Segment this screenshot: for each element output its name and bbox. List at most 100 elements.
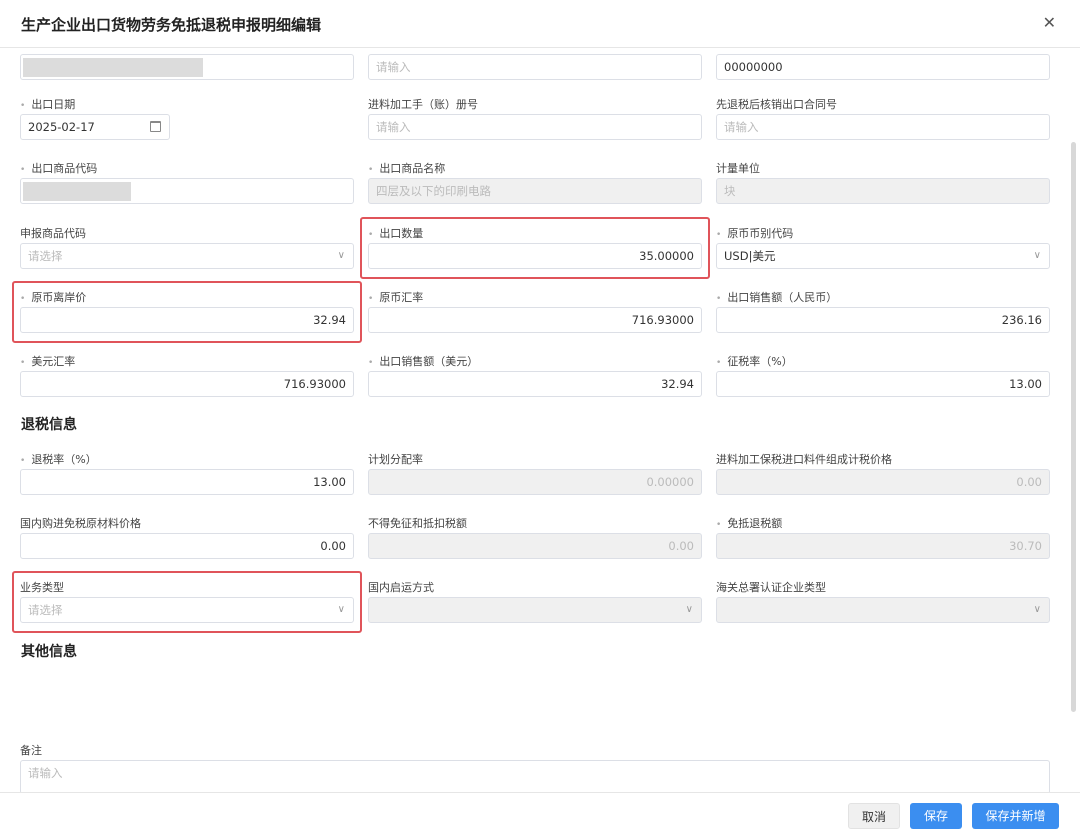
field-value: 00000000: [724, 60, 783, 74]
dialog-footer: 取消 保存 保存并新增: [0, 792, 1080, 835]
text-input[interactable]: 13.00: [20, 469, 354, 495]
field-label: • 原币离岸价: [20, 289, 86, 305]
text-input[interactable]: [20, 178, 354, 204]
field-label-text: 出口日期: [31, 98, 76, 111]
field-value: 0.00: [320, 539, 346, 553]
field-label-text: 美元汇率: [31, 355, 76, 368]
field-label: 申报商品代码: [20, 225, 86, 241]
required-marker: •: [20, 358, 26, 368]
select-field[interactable]: 请选择 ∨: [20, 597, 354, 623]
text-input: 0.00: [716, 469, 1050, 495]
field-label-text: 免抵退税额: [727, 517, 783, 530]
save-and-new-button[interactable]: 保存并新增: [972, 803, 1059, 829]
field-label-text: 业务类型: [20, 581, 64, 594]
text-input[interactable]: 0.00: [20, 533, 354, 559]
form-body: 退税信息 其他信息 备注 请输入 请输入 00000000 • 出口日期 2025-02…: [0, 48, 1080, 792]
required-marker: •: [716, 230, 722, 240]
field-label: 业务类型: [20, 579, 64, 595]
field-label-text: 国内购进免税原材料价格: [20, 517, 141, 530]
chevron-down-icon[interactable]: ∨: [1034, 598, 1041, 622]
field-label: • 原币币别代码: [716, 225, 793, 241]
redacted-value: [23, 182, 131, 201]
scrollbar[interactable]: [1071, 142, 1076, 712]
text-input[interactable]: 236.16: [716, 307, 1050, 333]
close-icon[interactable]: ✕: [1043, 13, 1056, 32]
select-field[interactable]: USD|美元 ∨: [716, 243, 1050, 269]
required-marker: •: [716, 294, 722, 304]
select-field: ∨: [716, 597, 1050, 623]
text-input[interactable]: 13.00: [716, 371, 1050, 397]
field-label: • 出口销售额（美元）: [368, 353, 478, 369]
required-marker: •: [368, 165, 374, 175]
field-label: 进料加工手（账）册号: [368, 96, 478, 112]
field-label: • 退税率（%）: [20, 451, 97, 467]
field-label-text: 先退税后核销出口合同号: [716, 98, 837, 111]
text-input[interactable]: 请输入: [368, 114, 702, 140]
cancel-button[interactable]: 取消: [848, 803, 900, 829]
chevron-down-icon[interactable]: ∨: [1034, 244, 1041, 268]
field-value: 32.94: [313, 313, 346, 327]
field-label-text: 原币汇率: [379, 291, 424, 304]
field-label: 计划分配率: [368, 451, 423, 467]
field-label-text: 出口销售额（美元）: [379, 355, 479, 368]
required-marker: •: [20, 294, 26, 304]
field-value: 请选择: [28, 603, 63, 617]
text-input[interactable]: 32.94: [368, 371, 702, 397]
field-label-text: 海关总署认证企业类型: [716, 581, 826, 594]
text-input[interactable]: 716.93000: [20, 371, 354, 397]
field-value: 30.70: [1009, 539, 1042, 553]
field-value: 请选择: [28, 249, 63, 263]
text-input[interactable]: 00000000: [716, 54, 1050, 80]
field-value: 716.93000: [283, 377, 346, 391]
required-marker: •: [368, 358, 374, 368]
chevron-down-icon[interactable]: ∨: [338, 244, 345, 268]
field-label: 先退税后核销出口合同号: [716, 96, 837, 112]
field-value: 请输入: [724, 120, 759, 134]
field-value: 请输入: [376, 60, 411, 74]
field-value: 0.00: [1016, 475, 1042, 489]
field-label: 海关总署认证企业类型: [716, 579, 826, 595]
text-input[interactable]: 32.94: [20, 307, 354, 333]
chevron-down-icon[interactable]: ∨: [686, 598, 693, 622]
field-value: USD|美元: [724, 249, 776, 263]
required-marker: •: [20, 456, 26, 466]
text-input[interactable]: 请输入: [716, 114, 1050, 140]
field-label-text: 不得免征和抵扣税额: [368, 517, 467, 530]
date-picker[interactable]: 2025-02-17: [20, 114, 170, 140]
dialog-title: 生产企业出口货物劳务免抵退税申报明细编辑: [21, 16, 322, 34]
required-marker: •: [716, 520, 722, 530]
field-value: 0.00: [668, 539, 694, 553]
field-label-text: 原币离岸价: [31, 291, 87, 304]
select-field[interactable]: 请选择 ∨: [20, 243, 354, 269]
chevron-down-icon[interactable]: ∨: [338, 598, 345, 622]
required-marker: •: [368, 230, 374, 240]
field-label-text: 出口商品名称: [379, 162, 446, 175]
section-title-tax-refund: 退税信息: [21, 417, 77, 433]
field-label: • 出口销售额（人民币）: [716, 289, 837, 305]
field-label-text: 征税率（%）: [727, 355, 793, 368]
field-value: 13.00: [1009, 377, 1042, 391]
calendar-icon[interactable]: [150, 121, 161, 132]
field-label-text: 进料加工手（账）册号: [368, 98, 478, 111]
field-label-text: 计划分配率: [368, 453, 423, 466]
text-input[interactable]: 请输入: [368, 54, 702, 80]
text-input[interactable]: 35.00000: [368, 243, 702, 269]
field-label-text: 退税率（%）: [31, 453, 97, 466]
text-input[interactable]: 716.93000: [368, 307, 702, 333]
field-label: • 出口商品代码: [20, 160, 97, 176]
section-title-other: 其他信息: [21, 644, 77, 660]
text-input: 0.00000: [368, 469, 702, 495]
field-label: 计量单位: [716, 160, 760, 176]
field-value: 2025-02-17: [28, 120, 95, 134]
field-label-text: 计量单位: [716, 162, 760, 175]
required-marker: •: [20, 101, 26, 111]
field-label: • 出口商品名称: [368, 160, 445, 176]
field-label: 不得免征和抵扣税额: [368, 515, 467, 531]
field-value: 35.00000: [639, 249, 694, 263]
required-marker: •: [716, 358, 722, 368]
text-input[interactable]: [20, 54, 354, 80]
field-label: 进料加工保税进口料件组成计税价格: [716, 451, 892, 467]
save-button[interactable]: 保存: [910, 803, 962, 829]
field-value: 716.93000: [631, 313, 694, 327]
remarks-input[interactable]: 请输入: [20, 760, 1050, 792]
